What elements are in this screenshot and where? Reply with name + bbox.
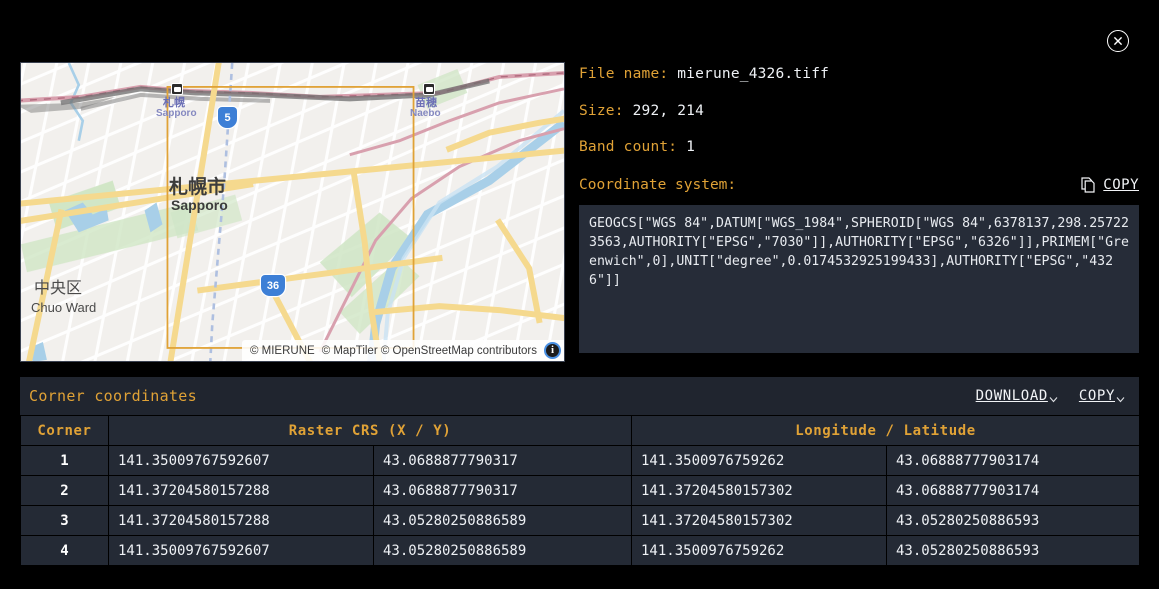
attribution-mierune: © MIERUNE xyxy=(250,345,315,357)
file-name-value: mierune_4326.tiff xyxy=(677,66,829,82)
copy-coordinate-system-button[interactable]: COPY xyxy=(1081,177,1139,193)
close-icon xyxy=(1113,36,1123,46)
corner-index: 1 xyxy=(21,446,109,476)
download-button[interactable]: DOWNLOAD xyxy=(976,388,1058,404)
attribution-maptiler-osm: © MapTiler © OpenStreetMap contributors xyxy=(322,345,537,357)
table-row: 3141.3720458015728843.05280250886589141.… xyxy=(21,506,1140,536)
route-shield-5: 5 xyxy=(218,107,237,128)
route-shield-36: 36 xyxy=(261,275,285,296)
copy-icon xyxy=(1081,177,1096,193)
corner-coordinates-header: Corner coordinates DOWNLOAD COPY xyxy=(20,377,1139,415)
copy-label: COPY xyxy=(1079,388,1115,404)
raster-y: 43.05280250886589 xyxy=(374,536,632,566)
close-button[interactable] xyxy=(1107,30,1129,52)
raster-x: 141.35009767592607 xyxy=(109,446,374,476)
train-station-icon xyxy=(171,83,183,95)
raster-x: 141.35009767592607 xyxy=(109,536,374,566)
corner-coordinates-actions: DOWNLOAD COPY xyxy=(976,388,1137,404)
corner-index: 3 xyxy=(21,506,109,536)
latitude: 43.05280250886593 xyxy=(887,506,1140,536)
map-attribution: © MIERUNE © MapTiler © OpenStreetMap con… xyxy=(242,340,564,361)
corner-coordinates-table: Corner Raster CRS (X / Y) Longitude / La… xyxy=(20,415,1140,566)
header-lonlat: Longitude / Latitude xyxy=(632,416,1140,446)
corner-coordinates-title: Corner coordinates xyxy=(29,387,197,405)
longitude: 141.3500976759262 xyxy=(632,536,887,566)
coordinate-system-row: Coordinate system: COPY xyxy=(579,177,1139,193)
latitude: 43.06888777903174 xyxy=(887,476,1140,506)
size-row: Size: 292, 214 xyxy=(579,104,1139,119)
coordinate-system-label: Coordinate system: xyxy=(579,177,736,193)
table-row: 1141.3500976759260743.0688877790317141.3… xyxy=(21,446,1140,476)
raster-y: 43.0688877790317 xyxy=(374,476,632,506)
corner-coordinates-panel: Corner coordinates DOWNLOAD COPY Corner xyxy=(20,377,1139,566)
copy-label: COPY xyxy=(1103,177,1139,193)
longitude: 141.37204580157302 xyxy=(632,476,887,506)
longitude: 141.3500976759262 xyxy=(632,446,887,476)
table-row: 2141.3720458015728843.0688877790317141.3… xyxy=(21,476,1140,506)
longitude: 141.37204580157302 xyxy=(632,506,887,536)
chevron-down-icon xyxy=(1116,396,1125,403)
header-raster-crs: Raster CRS (X / Y) xyxy=(109,416,632,446)
raster-y: 43.05280250886589 xyxy=(374,506,632,536)
download-label: DOWNLOAD xyxy=(976,388,1048,404)
copy-corner-coordinates-button[interactable]: COPY xyxy=(1079,388,1125,404)
train-station-icon xyxy=(423,83,435,95)
map-canvas[interactable] xyxy=(21,63,564,362)
raster-x: 141.37204580157288 xyxy=(109,506,374,536)
corner-index: 2 xyxy=(21,476,109,506)
file-name-row: File name: mierune_4326.tiff xyxy=(579,67,1139,82)
chevron-down-icon xyxy=(1049,396,1058,403)
latitude: 43.06888777903174 xyxy=(887,446,1140,476)
corner-index: 4 xyxy=(21,536,109,566)
info-icon[interactable]: i xyxy=(544,342,561,359)
band-count-row: Band count: 1 xyxy=(579,140,1139,155)
coordinate-system-wkt[interactable]: GEOGCS["WGS 84",DATUM["WGS_1984",SPHEROI… xyxy=(579,205,1139,353)
raster-y: 43.0688877790317 xyxy=(374,446,632,476)
size-value: 292, 214 xyxy=(633,103,704,119)
size-label: Size: xyxy=(579,103,624,119)
table-header-row: Corner Raster CRS (X / Y) Longitude / La… xyxy=(21,416,1140,446)
raster-info-panel: File name: mierune_4326.tiff Size: 292, … xyxy=(579,62,1139,353)
map-preview[interactable]: 札幌市 Sapporo 中央区 Chuo Ward 札幌 Sapporo 苗穂 … xyxy=(20,62,565,362)
file-name-label: File name: xyxy=(579,66,668,82)
header-corner: Corner xyxy=(21,416,109,446)
band-count-value: 1 xyxy=(686,139,695,155)
raster-x: 141.37204580157288 xyxy=(109,476,374,506)
table-row: 4141.3500976759260743.05280250886589141.… xyxy=(21,536,1140,566)
latitude: 43.05280250886593 xyxy=(887,536,1140,566)
band-count-label: Band count: xyxy=(579,139,677,155)
